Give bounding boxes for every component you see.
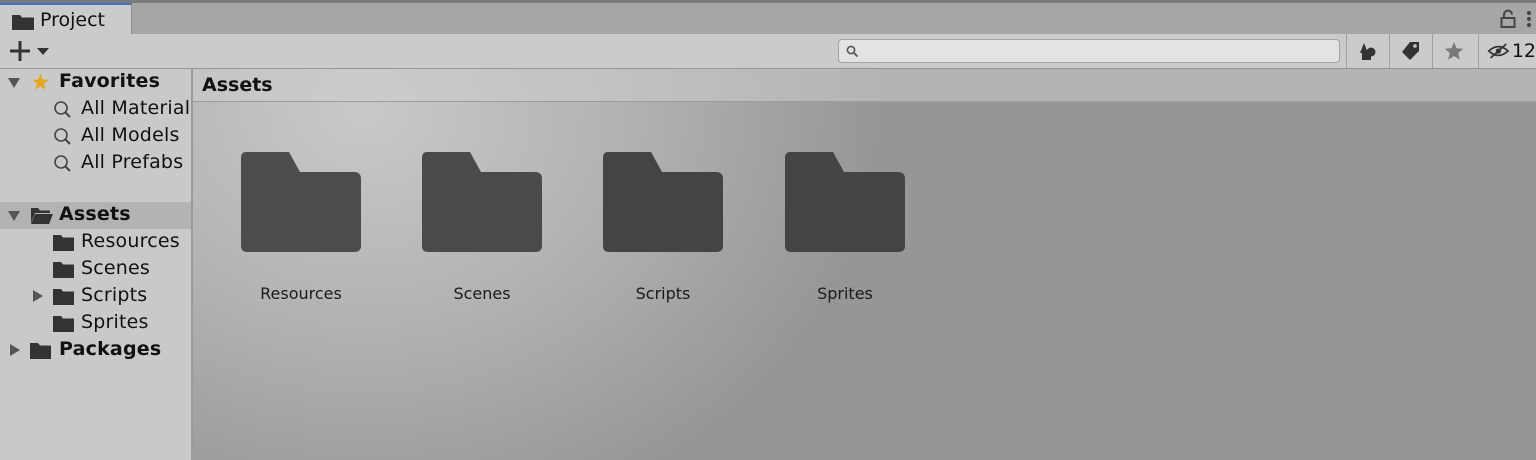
search-icon	[54, 101, 71, 118]
tree-item-favorites[interactable]: Favorites	[0, 69, 191, 96]
create-dropdown-button[interactable]	[8, 38, 58, 64]
asset-folder-sprites[interactable]: Sprites	[767, 151, 907, 311]
project-tree-sidebar: Favorites All Material All Models All Pr…	[0, 69, 193, 460]
search-input[interactable]	[838, 39, 1340, 63]
expand-arrow-right-icon[interactable]	[9, 344, 21, 356]
folder-icon	[53, 289, 74, 305]
favorite-star-icon	[1444, 42, 1463, 60]
asset-label: Sprites	[817, 284, 873, 303]
tree-item-all-models[interactable]: All Models	[0, 123, 191, 150]
folder-icon	[422, 152, 542, 252]
tree-item-scripts[interactable]: Scripts	[0, 283, 191, 310]
dropdown-arrow-icon	[37, 48, 49, 55]
tree-label: All Material	[81, 97, 191, 119]
filter-by-label-icon	[1401, 42, 1419, 60]
tree-label: Sprites	[81, 311, 149, 333]
asset-folder-scenes[interactable]: Scenes	[404, 151, 544, 311]
star-icon	[32, 73, 49, 90]
kebab-menu-icon[interactable]	[1526, 9, 1532, 29]
expand-arrow-right-icon[interactable]	[32, 290, 44, 302]
asset-label: Scripts	[635, 284, 691, 303]
tree-item-all-material[interactable]: All Material	[0, 96, 191, 123]
expand-arrow-down-icon[interactable]	[8, 210, 20, 222]
eye-crossed-icon	[1487, 43, 1510, 59]
filter-by-type-icon	[1359, 43, 1375, 60]
filter-by-type-button[interactable]	[1346, 34, 1388, 68]
asset-folder-resources[interactable]: Resources	[223, 151, 363, 311]
filter-by-label-button[interactable]	[1389, 34, 1431, 68]
folder-icon	[30, 343, 51, 359]
open-folder-icon	[31, 208, 53, 224]
plus-icon	[10, 41, 30, 61]
lock-icon[interactable]	[1500, 9, 1516, 29]
folder-icon	[53, 262, 74, 278]
expand-arrow-down-icon[interactable]	[8, 77, 20, 89]
tree-item-scenes[interactable]: Scenes	[0, 256, 191, 283]
tree-label: Scripts	[81, 284, 148, 306]
tree-label: Assets	[59, 203, 131, 225]
asset-folder-scripts[interactable]: Scripts	[585, 151, 725, 311]
folder-icon	[785, 152, 905, 252]
tab-strip: Project	[0, 0, 1536, 35]
tab-label: Project	[40, 9, 106, 31]
asset-grid-panel: Assets Resources Scenes Scripts Sprites	[193, 69, 1536, 460]
tree-label: Resources	[81, 230, 180, 252]
hidden-packages-count: 12	[1511, 40, 1536, 62]
tree-label: All Models	[81, 124, 180, 146]
asset-label: Resources	[260, 284, 342, 303]
project-window: Project 12 Favorites All Material All Mo…	[0, 0, 1536, 460]
folder-icon	[53, 316, 74, 332]
folder-icon	[241, 152, 361, 252]
breadcrumb-assets[interactable]: Assets	[202, 74, 273, 96]
asset-label: Scenes	[453, 284, 511, 303]
search-icon	[54, 128, 71, 145]
tree-item-packages[interactable]: Packages	[0, 337, 191, 364]
tree-item-assets[interactable]: Assets	[0, 202, 191, 229]
favorite-filter-button[interactable]	[1432, 34, 1474, 68]
tree-label: Favorites	[59, 70, 161, 92]
tree-item-sprites[interactable]: Sprites	[0, 310, 191, 337]
tree-item-resources[interactable]: Resources	[0, 229, 191, 256]
folder-icon	[53, 235, 74, 251]
tree-label: All Prefabs	[81, 151, 184, 173]
breadcrumb: Assets	[193, 69, 1536, 102]
tab-actions	[1500, 6, 1532, 32]
tab-project[interactable]: Project	[0, 3, 132, 35]
tree-label: Packages	[59, 338, 162, 360]
hidden-packages-toggle[interactable]: 12	[1478, 34, 1536, 68]
search-icon	[54, 155, 71, 172]
folder-icon	[603, 152, 723, 252]
tree-item-all-prefabs[interactable]: All Prefabs	[0, 150, 191, 177]
folder-icon	[12, 15, 34, 30]
tree-label: Scenes	[81, 257, 151, 279]
project-toolbar: 12	[0, 34, 1536, 69]
